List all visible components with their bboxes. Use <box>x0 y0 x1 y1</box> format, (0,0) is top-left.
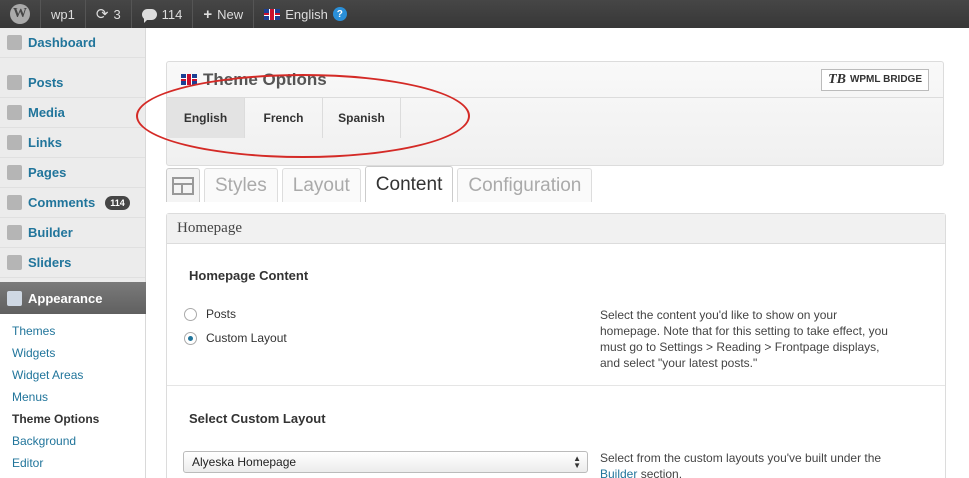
sidebar-item-label: Builder <box>28 225 73 240</box>
radio-label: Posts <box>206 307 237 321</box>
submenu-item-theme-options[interactable]: Theme Options <box>0 408 145 430</box>
dashboard-icon <box>7 35 22 50</box>
uk-flag-icon <box>264 8 281 20</box>
new-content-menu[interactable]: + New <box>193 0 255 28</box>
appearance-icon <box>7 290 22 306</box>
radio-label: Custom Layout <box>206 331 287 345</box>
tab-layout[interactable]: Layout <box>281 168 361 202</box>
homepage-content-description: Select the content you'd like to show on… <box>600 308 888 370</box>
wpml-bridge-logo: TB WPML BRIDGE <box>821 68 929 91</box>
sidebar-item-label: Posts <box>28 75 64 90</box>
comments-count: 114 <box>161 6 183 22</box>
tab-content[interactable]: Content <box>364 166 454 202</box>
builder-icon <box>7 225 22 240</box>
sidebar-item-media[interactable]: Media <box>0 98 145 128</box>
sidebar-item-label: Sliders <box>28 255 72 270</box>
admin-bar: W wp1 ⟳ 3 114 + New English ? <box>0 0 969 28</box>
appearance-submenu: Themes Widgets Widget Areas Menus Theme … <box>0 314 145 478</box>
admin-sidebar: Dashboard Posts Media Links Pages Commen… <box>0 28 154 478</box>
custom-layout-description: Select from the custom layouts you've bu… <box>600 450 890 478</box>
layout-icon <box>166 168 200 202</box>
language-label: English <box>285 6 328 22</box>
wordpress-logo-icon: W <box>10 4 30 24</box>
sidebar-item-label: Media <box>28 105 65 120</box>
section-divider <box>167 385 945 386</box>
comment-bubble-icon <box>141 8 157 23</box>
radio-checked-icon[interactable] <box>184 331 197 345</box>
sidebar-item-links[interactable]: Links <box>0 128 145 158</box>
site-name-link[interactable]: wp1 <box>41 0 86 28</box>
sidebar-item-label: Links <box>28 135 62 150</box>
options-nav-tabs: Styles Layout Content Configuration <box>166 166 946 202</box>
comments-icon <box>7 195 22 210</box>
sidebar-item-label: Comments <box>28 195 96 210</box>
custom-layout-select[interactable]: Alyeska Homepage ▲ ▼ <box>183 451 588 473</box>
panel-title: Homepage <box>167 214 945 244</box>
updates-count: 3 <box>113 6 121 22</box>
tab-styles[interactable]: Styles <box>204 168 278 202</box>
submenu-item-menus[interactable]: Menus <box>0 386 145 408</box>
pushpin-icon <box>7 75 22 90</box>
updates-icon: ⟳ <box>95 6 109 23</box>
select-arrows-icon: ▲ ▼ <box>573 454 581 470</box>
sidebar-item-label: Dashboard <box>28 35 96 50</box>
media-icon <box>7 105 22 120</box>
custom-layout-desc-post: section. <box>640 467 683 478</box>
link-icon <box>7 135 22 150</box>
radio-posts[interactable]: Posts <box>184 307 236 321</box>
submenu-item-widgets[interactable]: Widgets <box>0 342 145 364</box>
plus-icon: + <box>203 5 213 23</box>
comments-link[interactable]: 114 <box>132 0 194 28</box>
annotation-ellipse <box>136 74 470 158</box>
radio-unchecked-icon[interactable] <box>184 307 197 321</box>
submenu-item-editor[interactable]: Editor <box>0 452 145 474</box>
sidebar-item-label: Appearance <box>28 290 103 306</box>
sidebar-item-pages[interactable]: Pages <box>0 158 145 188</box>
wpml-logo-text: WPML BRIDGE <box>849 74 922 85</box>
wordpress-menu[interactable]: W <box>0 0 41 28</box>
new-label: New <box>217 6 244 22</box>
help-icon[interactable]: ? <box>332 7 347 21</box>
site-name: wp1 <box>51 6 75 22</box>
language-switcher[interactable]: English ? <box>254 0 357 28</box>
sidebar-item-posts[interactable]: Posts <box>0 68 145 98</box>
menu-separator <box>0 58 145 68</box>
builder-link[interactable]: Builder <box>600 467 637 478</box>
custom-layout-desc-pre: Select from the custom layouts you've bu… <box>600 451 882 465</box>
submenu-item-widget-areas[interactable]: Widget Areas <box>0 364 145 386</box>
sidebar-item-comments[interactable]: Comments 114 <box>0 188 145 218</box>
radio-custom-layout[interactable]: Custom Layout <box>184 331 287 345</box>
sidebar-item-dashboard[interactable]: Dashboard <box>0 28 145 58</box>
homepage-panel: Homepage Homepage Content Posts Custom L… <box>166 213 946 478</box>
updates-link[interactable]: ⟳ 3 <box>86 0 132 28</box>
comments-badge: 114 <box>105 195 130 210</box>
custom-layout-title: Select Custom Layout <box>189 411 326 426</box>
tab-configuration[interactable]: Configuration <box>457 168 593 202</box>
sidebar-item-label: Pages <box>28 165 67 180</box>
sidebar-item-builder[interactable]: Builder <box>0 218 145 248</box>
submenu-item-themes[interactable]: Themes <box>0 320 145 342</box>
select-value: Alyeska Homepage <box>192 455 297 469</box>
homepage-content-title: Homepage Content <box>189 268 309 283</box>
wpml-logo-mark: TB <box>828 71 846 87</box>
sidebar-item-sliders[interactable]: Sliders <box>0 248 145 278</box>
submenu-item-background[interactable]: Background <box>0 430 145 452</box>
sidebar-item-appearance[interactable]: Appearance <box>0 282 154 314</box>
pages-icon <box>7 165 22 180</box>
sliders-icon <box>7 255 22 270</box>
